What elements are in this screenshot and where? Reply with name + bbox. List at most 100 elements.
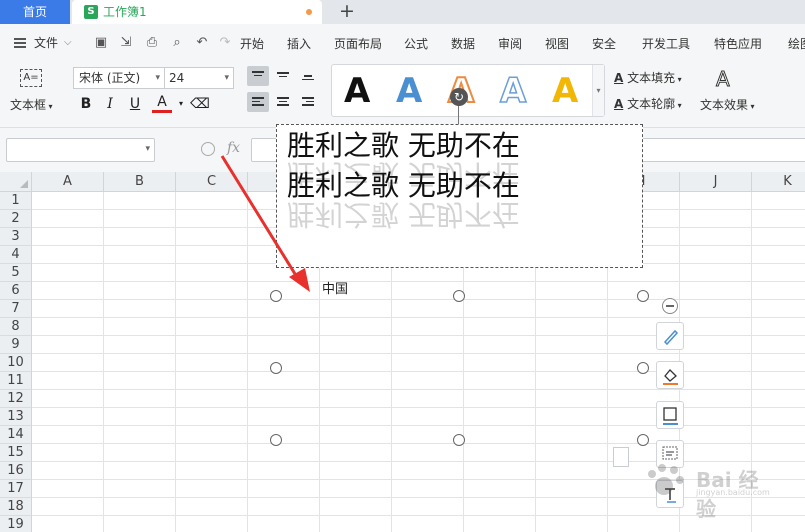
chevron-down-icon[interactable]: ▾ [171,94,191,114]
row-header-1[interactable]: 1 [0,192,32,210]
align-top-button[interactable] [247,66,269,86]
shape-fill-button[interactable] [656,361,684,389]
shape-style-button[interactable] [656,322,684,350]
resize-handle-n[interactable] [453,290,465,302]
row-header-17[interactable]: 17 [0,480,32,498]
clear-format-icon[interactable]: ⌫ [190,94,210,114]
text-style-gold[interactable]: A [552,69,578,113]
text-line-1[interactable]: 胜利之歌 无助不在 胜利之歌 无助不在 [287,129,520,191]
tab-home[interactable]: 首页 [0,0,70,24]
resize-handle-ne[interactable] [637,290,649,302]
row-header-7[interactable]: 7 [0,300,32,318]
row-header-6[interactable]: 6 [0,282,32,300]
resize-handle-e[interactable] [637,362,649,374]
resize-handle-nw[interactable] [270,290,282,302]
text-effect-icon[interactable]: A [716,68,731,91]
row-header-2[interactable]: 2 [0,210,32,228]
row-header-14[interactable]: 14 [0,426,32,444]
collapse-toolbar-icon[interactable] [662,298,678,314]
menu-icon[interactable] [14,38,26,48]
cell-D6[interactable]: 中国 [322,282,349,298]
new-tab-button[interactable]: + [336,0,358,24]
print-preview-icon[interactable]: ⌕ [170,36,184,50]
text-line-2[interactable]: 胜利之歌 无助不在 胜利之歌 无助不在 [287,169,520,231]
save-icon[interactable]: ▣ [94,36,108,50]
align-middle-button[interactable] [272,66,294,86]
row-header-3[interactable]: 3 [0,228,32,246]
fx-icon[interactable]: fx [227,140,240,156]
menu-draw[interactable]: 绘图 [788,24,805,64]
rotate-handle-icon[interactable]: ↻ [450,88,468,106]
align-bottom-button[interactable] [297,66,319,86]
print-icon[interactable]: ⎙ [145,36,159,50]
chevron-down-icon[interactable]: ⌵ [64,24,72,62]
layout-options-icon[interactable] [613,447,629,467]
column-header-B[interactable]: B [104,172,176,192]
row-header-10[interactable]: 10 [0,354,32,372]
export-icon[interactable]: ⇲ [119,36,133,50]
font-name-select[interactable]: 宋体 (正文) ▾ [73,67,165,89]
row-header-19[interactable]: 19 [0,516,32,532]
row-header-12[interactable]: 12 [0,390,32,408]
reflection-effect: 胜利之歌 无助不在 [287,198,520,231]
file-menu[interactable]: 文件 [34,24,58,62]
row-header-18[interactable]: 18 [0,498,32,516]
textbox-button[interactable]: 文本框 ▾ [10,96,53,113]
text-style-blue-outline[interactable]: A [499,69,527,113]
row-header-11[interactable]: 11 [0,372,32,390]
gallery-more-button[interactable]: ▾ [592,65,604,116]
menu-special[interactable]: 特色应用 [714,24,762,64]
align-left-button[interactable] [247,92,269,112]
zoom-icon[interactable] [201,142,215,156]
resize-handle-se[interactable] [637,434,649,446]
menu-review[interactable]: 审阅 [498,24,522,64]
undo-icon[interactable]: ↶ [195,36,209,50]
menu-insert[interactable]: 插入 [287,24,311,64]
font-name-value: 宋体 (正文) [79,71,141,85]
shape-outline-button[interactable] [656,401,684,429]
resize-handle-s[interactable] [453,434,465,446]
italic-button[interactable]: I [100,94,120,114]
text-style-black[interactable]: A [344,69,370,113]
menu-data[interactable]: 数据 [451,24,475,64]
row-header-9[interactable]: 9 [0,336,32,354]
resize-handle-sw[interactable] [270,434,282,446]
menu-formulas[interactable]: 公式 [404,24,428,64]
row-header-8[interactable]: 8 [0,318,32,336]
name-box[interactable]: ▾ [6,138,155,162]
bold-button[interactable]: B [76,94,96,114]
row-header-5[interactable]: 5 [0,264,32,282]
font-size-select[interactable]: 24 ▾ [164,67,234,89]
menu-start[interactable]: 开始 [240,24,264,64]
tab-workbook[interactable]: S 工作簿1 [72,0,322,24]
font-color-button[interactable]: A [152,94,172,113]
menu-page-layout[interactable]: 页面布局 [334,24,382,64]
fill-icon [663,369,678,385]
select-all-corner[interactable] [0,172,32,192]
row-header-4[interactable]: 4 [0,246,32,264]
row-header-15[interactable]: 15 [0,444,32,462]
text-style-blue[interactable]: A [396,69,422,113]
align-right-button[interactable] [297,92,319,112]
column-header-C[interactable]: C [176,172,248,192]
resize-handle-w[interactable] [270,362,282,374]
menu-security[interactable]: 安全 [592,24,616,64]
menu-developer[interactable]: 开发工具 [642,24,690,64]
column-header-K[interactable]: K [752,172,805,192]
column-header-J[interactable]: J [680,172,752,192]
paw-icon [648,464,684,495]
textbox-icon[interactable]: A= [20,69,42,87]
underline-button[interactable]: U [125,94,145,114]
text-box-shape[interactable]: 胜利之歌 无助不在 胜利之歌 无助不在 胜利之歌 无助不在 胜利之歌 无助不在 [276,124,643,268]
text-effect-button[interactable]: 文本效果 ▾ [700,96,755,113]
row-header-13[interactable]: 13 [0,408,32,426]
row-header-16[interactable]: 16 [0,462,32,480]
menu-view[interactable]: 视图 [545,24,569,64]
align-center-button[interactable] [272,92,294,112]
align-right-icon [302,97,314,107]
column-header-A[interactable]: A [32,172,104,192]
text-outline-icon: A [614,97,624,111]
redo-icon[interactable]: ↷ [218,36,232,50]
text-outline-button[interactable]: A 文本轮廓 ▾ [614,95,682,112]
text-fill-button[interactable]: A 文本填充 ▾ [614,69,682,86]
